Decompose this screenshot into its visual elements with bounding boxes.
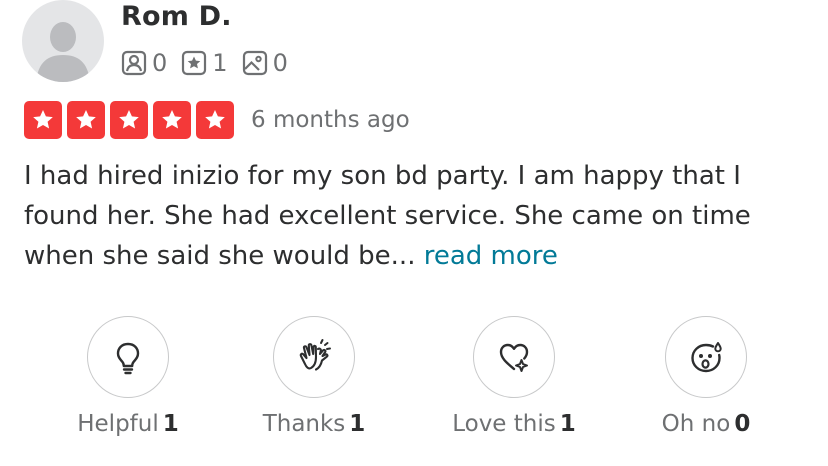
photos-icon [242, 50, 267, 76]
clapping-hands-icon [299, 339, 331, 371]
review-date: 6 months ago [251, 107, 410, 133]
helpful-label: Helpful 1 [28, 411, 228, 437]
oh-no-count: 0 [734, 411, 751, 437]
oh-no-button[interactable] [665, 316, 747, 398]
friends-icon [121, 50, 147, 76]
star-rating [24, 101, 239, 139]
love-this-count: 1 [559, 411, 576, 437]
reaction-thanks[interactable]: Thanks 1 [214, 316, 414, 437]
user-silhouette-icon [36, 22, 90, 82]
rating-row: 6 months ago [24, 101, 410, 139]
shocked-face-icon [691, 342, 722, 373]
review-text: I had hired inizio for my son bd party. … [24, 156, 794, 276]
reviews-icon [182, 50, 207, 76]
thanks-count: 1 [349, 411, 366, 437]
photos-count: 0 [272, 49, 288, 77]
oh-no-text: Oh no [661, 411, 731, 437]
reaction-love-this[interactable]: Love this 1 [414, 316, 614, 437]
reviews-count: 1 [212, 49, 228, 77]
star-icon [153, 101, 191, 139]
thanks-button[interactable] [273, 316, 355, 398]
heart-sparkle-icon [499, 343, 529, 372]
thanks-text: Thanks [262, 411, 346, 437]
user-stats: 0 1 0 [121, 50, 302, 76]
thanks-label: Thanks 1 [214, 411, 414, 437]
reviews-stat: 1 [181, 49, 228, 77]
helpful-text: Helpful [77, 411, 159, 437]
love-this-button[interactable] [473, 316, 555, 398]
helpful-count: 1 [162, 411, 179, 437]
review-body: I had hired inizio for my son bd party. … [24, 161, 751, 271]
star-icon [110, 101, 148, 139]
helpful-button[interactable] [87, 316, 169, 398]
reaction-oh-no[interactable]: Oh no 0 [606, 316, 806, 437]
read-more-link[interactable]: read more [424, 241, 558, 271]
star-icon [24, 101, 62, 139]
reactions-bar: Helpful 1 Thanks 1 Love this 1 Oh no 0 [0, 316, 828, 466]
user-name[interactable]: Rom D. [121, 1, 232, 32]
star-icon [67, 101, 105, 139]
love-this-text: Love this [452, 411, 556, 437]
avatar[interactable] [22, 0, 104, 82]
photos-stat: 0 [242, 50, 288, 76]
lightbulb-icon [116, 342, 140, 375]
star-icon [196, 101, 234, 139]
friends-stat: 0 [121, 50, 167, 76]
reaction-helpful[interactable]: Helpful 1 [28, 316, 228, 437]
oh-no-label: Oh no 0 [606, 411, 806, 437]
friends-count: 0 [152, 49, 168, 77]
love-this-label: Love this 1 [414, 411, 614, 437]
